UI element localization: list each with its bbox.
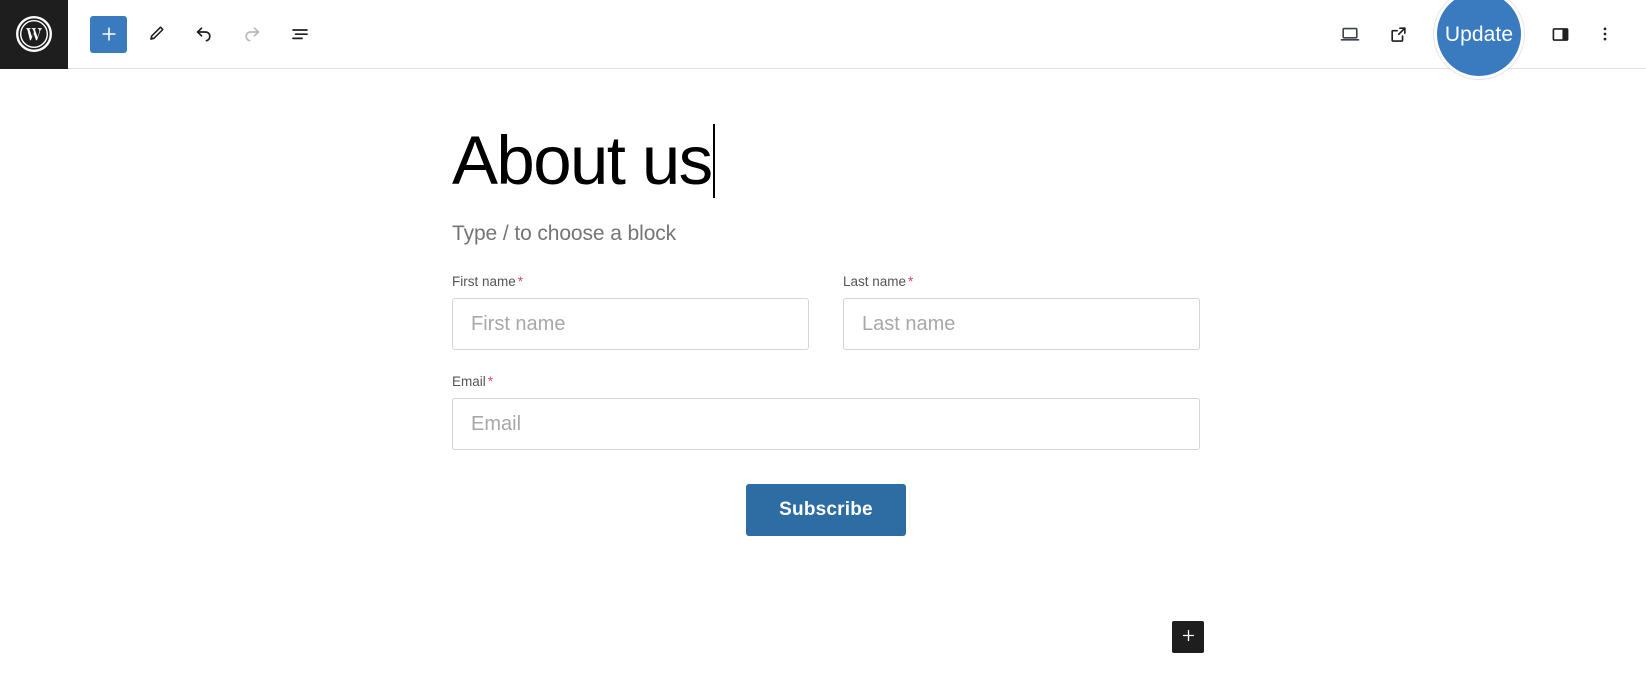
last-name-input[interactable] [843, 298, 1200, 350]
wordpress-logo-icon [15, 15, 53, 53]
submit-row: Subscribe [452, 484, 1200, 536]
desktop-icon [1338, 22, 1362, 46]
email-field-group: Email * [452, 374, 1200, 450]
sidebar-panel-icon [1549, 23, 1572, 46]
last-name-label-text: Last name [843, 274, 907, 289]
first-name-field-group: First name * [452, 274, 809, 350]
tools-pencil-button[interactable] [137, 15, 175, 53]
pencil-icon [145, 23, 167, 45]
subscribe-form-block: First name* Last name* Email* Subscribe [452, 274, 1200, 536]
header-right-toolbar: Update [1328, 0, 1646, 79]
redo-arrow-icon [240, 22, 264, 46]
email-label-text: Email [452, 374, 486, 389]
list-view-icon [288, 22, 312, 46]
editor-header: Update [0, 0, 1646, 79]
post-title-text: About us [452, 122, 713, 199]
undo-button[interactable] [185, 15, 223, 53]
page-title[interactable]: About us [452, 124, 715, 198]
empty-block-placeholder[interactable]: Type / to choose a block [452, 222, 1200, 246]
name-field-row: First name* Last name* [452, 274, 1200, 350]
first-name-label: First name * [452, 274, 809, 289]
more-options-button[interactable] [1586, 15, 1624, 53]
view-post-button[interactable] [1376, 15, 1420, 53]
plus-icon [99, 24, 119, 44]
plus-icon [1180, 627, 1197, 647]
preview-button[interactable] [1328, 15, 1372, 53]
update-button-wrapper: Update [1432, 0, 1526, 79]
content-column: About us Type / to choose a block First … [452, 69, 1200, 536]
header-left-toolbar [68, 15, 319, 53]
list-view-button[interactable] [281, 15, 319, 53]
editor-canvas: About us Type / to choose a block First … [0, 69, 1646, 673]
required-asterisk: * [908, 274, 914, 289]
update-button[interactable]: Update [1445, 24, 1513, 45]
block-appender-button[interactable] [1172, 621, 1204, 653]
wordpress-logo-button[interactable] [0, 0, 68, 69]
email-input[interactable] [452, 398, 1200, 450]
last-name-label: Last name * [843, 274, 1200, 289]
external-link-icon [1387, 23, 1410, 46]
required-asterisk: * [517, 274, 524, 289]
email-label: Email * [452, 374, 1200, 389]
first-name-input[interactable] [452, 298, 809, 350]
add-block-button[interactable] [90, 15, 127, 53]
undo-arrow-icon [192, 22, 216, 46]
first-name-label-text: First name [452, 274, 516, 289]
last-name-field-group: Last name * [843, 274, 1200, 350]
text-caret [712, 124, 715, 198]
three-dots-vertical-icon [1594, 23, 1616, 45]
settings-sidebar-button[interactable] [1538, 15, 1582, 53]
subscribe-button[interactable]: Subscribe [746, 484, 906, 536]
redo-button[interactable] [233, 15, 271, 53]
required-asterisk: * [487, 374, 494, 389]
